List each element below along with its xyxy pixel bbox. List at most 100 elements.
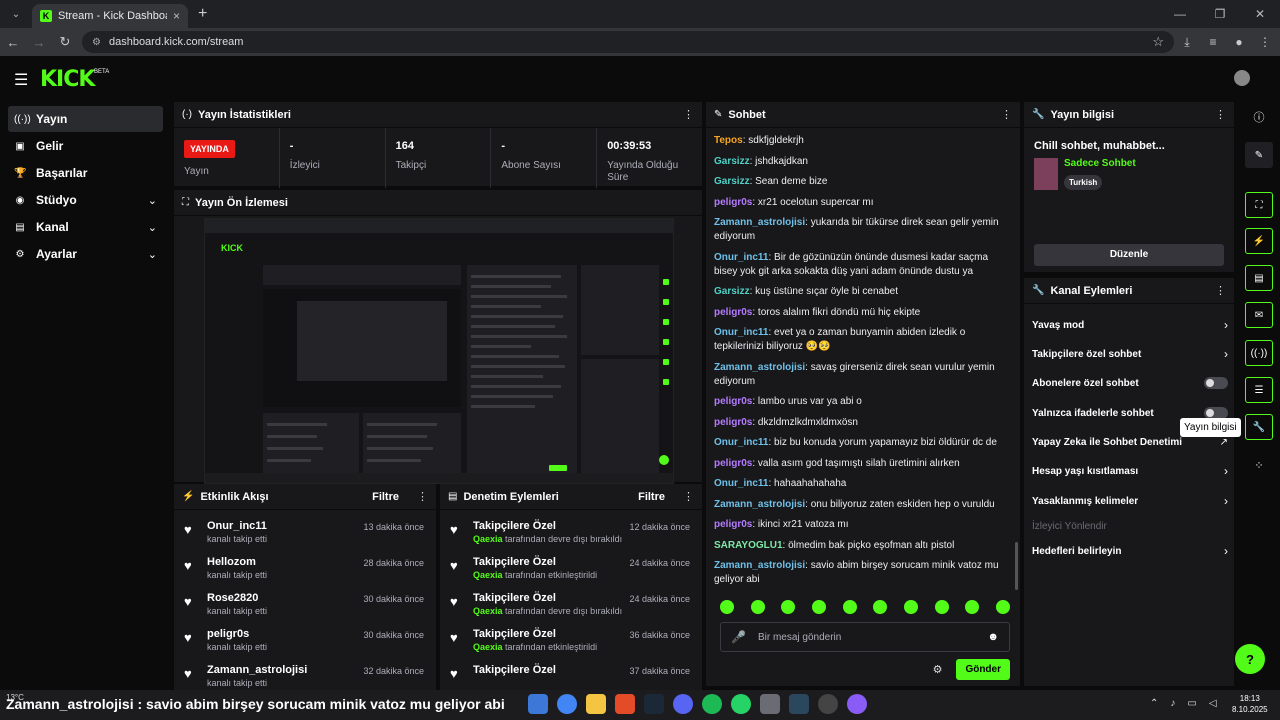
stream-category[interactable]: Sadece Sohbet [1064,158,1136,169]
chat-username[interactable]: peligr0s [714,417,752,428]
chat-username[interactable]: Zamann_astrolojisi [714,217,805,228]
obs-icon[interactable] [818,694,838,714]
chat-message[interactable]: Onur_inc11: hahaahahahaha [714,477,1014,491]
lightning-widget-icon[interactable]: ⚡ [1245,228,1273,254]
moderation-item[interactable]: ♥ Takipçilere Özel 37 dakika önce [440,658,702,690]
more-options-icon[interactable]: ⋮ [1215,284,1226,297]
profile-icon[interactable]: ● [1226,29,1252,55]
activity-item[interactable]: ♥ Zamann_astrolojisi kanalı takip etti 3… [174,658,436,690]
chat-username[interactable]: peligr0s [714,396,752,407]
moderator-name[interactable]: Qaexia [473,534,503,544]
chat-username[interactable]: Onur_inc11 [714,437,768,448]
store-icon[interactable] [615,694,635,714]
emote-icon[interactable] [750,600,765,614]
steam-icon[interactable] [644,694,664,714]
chat-message[interactable]: Zamann_astrolojisi: savio abim birşey so… [714,559,1014,587]
emote-icon[interactable] [995,600,1010,614]
chat-username[interactable]: peligr0s [714,197,752,208]
chat-scrollbar[interactable] [1015,542,1018,590]
action-slow-mode[interactable]: Yavaş mod › [1032,315,1228,335]
chat-username[interactable]: peligr0s [714,458,752,469]
chat-message[interactable]: peligr0s: xr21 ocelotun supercar mı [714,196,1014,210]
chrome-icon[interactable] [557,694,577,714]
chat-message[interactable]: Zamann_astrolojisi: onu biliyoruz zaten … [714,498,1014,512]
site-info-icon[interactable]: ⚙ [92,37,101,48]
more-options-icon[interactable]: ⋮ [417,490,428,503]
action-banned-words[interactable]: Yasaklanmış kelimeler › [1032,491,1228,511]
url-text[interactable]: dashboard.kick.com/stream [109,36,1144,48]
system-clock[interactable]: 18:13 8.10.2025 [1232,693,1268,715]
browser-tab[interactable]: K Stream - Kick Dashboard × [32,4,188,28]
chat-message[interactable]: Garsizz: Sean deme bize [714,175,1014,189]
download-icon[interactable]: ⤓ [1174,29,1200,55]
spotify-icon[interactable] [702,694,722,714]
emote-icon[interactable] [811,600,826,614]
sidebar-item-channel[interactable]: ▤ Kanal ⌄ [8,214,163,240]
steam-client-icon[interactable] [789,694,809,714]
minimize-icon[interactable]: — [1160,0,1200,28]
chat-username[interactable]: peligr0s [714,519,752,530]
chat-username[interactable]: Garsizz [714,176,750,187]
sidebar-item-stream[interactable]: ((·)) Yayın [8,106,163,132]
file-explorer-icon[interactable] [586,694,606,714]
activity-item[interactable]: ♥ Rose2820 kanalı takip etti 30 dakika ö… [174,586,436,622]
chat-username[interactable]: Tepos [714,135,743,146]
chat-username[interactable]: Onur_inc11 [714,478,768,489]
chat-username[interactable]: Onur_inc11 [714,252,768,263]
media-player-icon[interactable] [847,694,867,714]
chat-message[interactable]: Garsizz: jshdkajdkan [714,155,1014,169]
filter-button[interactable]: Filtre [372,491,399,503]
browser-menu-icon[interactable]: ⋮ [1252,29,1278,55]
chat-message[interactable]: peligr0s: ikinci xr21 vatoza mı [714,518,1014,532]
chat-message[interactable]: SARAYOGLU1: ölmedim bak piçko eşofman al… [714,539,1014,553]
user-avatar[interactable] [1234,70,1250,86]
chat-username[interactable]: Garsizz [714,286,750,297]
volume-tray-icon[interactable]: ◁ [1209,698,1217,709]
media-icon[interactable]: ≡ [1200,29,1226,55]
chat-message[interactable]: peligr0s: dkzldmzlkdmxldmxösn [714,416,1014,430]
chat-message[interactable]: peligr0s: toros alalım fikri döndü mü hi… [714,306,1014,320]
moderator-name[interactable]: Qaexia [473,606,503,616]
broadcast-widget-icon[interactable]: ((·)) [1245,340,1273,366]
chat-message[interactable]: Garsizz: kuş üstüne sıçar öyle bi cenabe… [714,285,1014,299]
activity-item[interactable]: ♥ peligr0s kanalı takip etti 30 dakika ö… [174,622,436,658]
wrench-widget-icon[interactable]: 🔧 [1245,414,1273,440]
whatsapp-icon[interactable] [731,694,751,714]
chat-message[interactable]: Zamann_astrolojisi: yukarıda bir tükürse… [714,216,1014,244]
more-options-icon[interactable]: ⋮ [1215,108,1226,121]
chat-username[interactable]: Garsizz [714,156,750,167]
action-account-age[interactable]: Hesap yaşı kısıtlaması › [1032,461,1228,481]
chat-username[interactable]: Zamann_astrolojisi [714,560,805,571]
kick-logo[interactable]: KICK [40,67,95,92]
start-icon[interactable] [528,694,548,714]
help-icon[interactable]: ? [1235,644,1265,674]
stream-preview-video[interactable]: KICK [204,218,674,484]
emote-icon[interactable] [965,600,980,614]
chat-username[interactable]: Zamann_astrolojisi [714,499,805,510]
chat-message[interactable]: Onur_inc11: Bir de gözünüzün önünde dusm… [714,251,1014,279]
emote-icon[interactable] [842,600,857,614]
document-widget-icon[interactable]: ▤ [1245,265,1273,291]
sidebar-item-settings[interactable]: ⚙ Ayarlar ⌄ [8,241,163,267]
chat-input[interactable]: 🎤 Bir mesaj gönderin ☻ [720,622,1010,652]
new-tab-button[interactable]: + [198,5,207,23]
chat-settings-icon[interactable]: ⚙ [933,663,943,676]
hamburger-menu-icon[interactable]: ☰ [14,70,28,90]
back-icon[interactable]: ← [0,29,26,55]
app-icon[interactable] [760,694,780,714]
add-widget-icon[interactable]: ⁘ [1245,452,1273,478]
bookmark-star-icon[interactable]: ☆ [1152,34,1164,50]
more-options-icon[interactable]: ⋮ [683,490,694,503]
chat-message[interactable]: Onur_inc11: evet ya o zaman bunyamin abi… [714,326,1014,354]
mic-tray-icon[interactable]: ♪ [1170,698,1175,709]
display-tray-icon[interactable]: ▭ [1187,698,1196,709]
restore-icon[interactable]: ❐ [1200,0,1240,28]
chat-username[interactable]: Zamann_astrolojisi [714,362,805,373]
more-options-icon[interactable]: ⋮ [683,108,694,121]
chat-username[interactable]: SARAYOGLU1 [714,540,783,551]
forward-icon[interactable]: → [26,29,52,55]
moderation-item[interactable]: ♥ Takipçilere Özel Qaexia tarafından dev… [440,586,702,622]
address-bar[interactable]: ⚙ dashboard.kick.com/stream ☆ [82,31,1174,53]
discord-icon[interactable] [673,694,693,714]
activity-item[interactable]: ♥ Onur_inc11 kanalı takip etti 13 dakika… [174,514,436,550]
